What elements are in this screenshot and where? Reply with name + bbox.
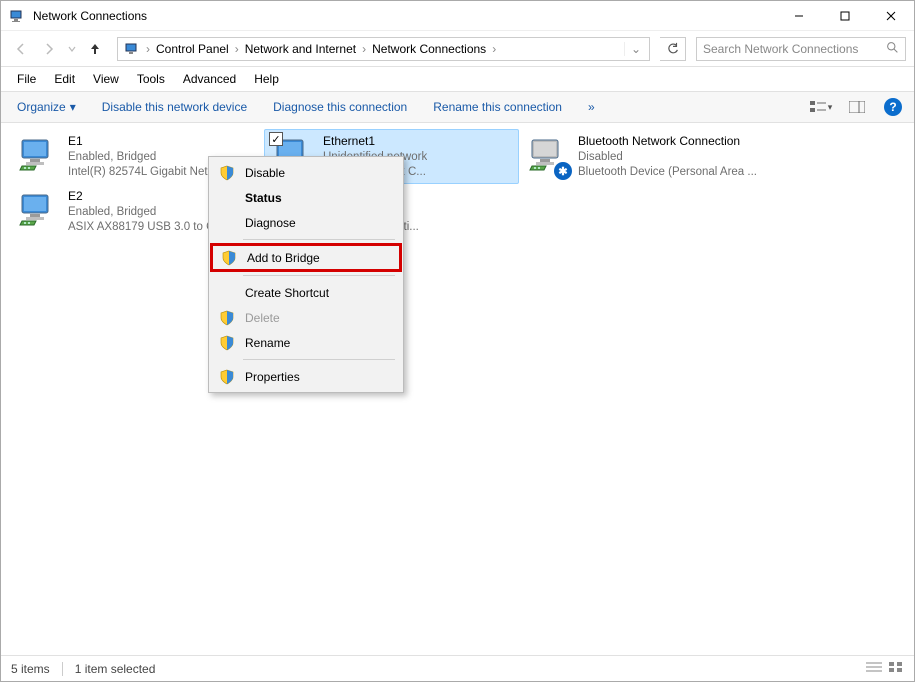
context-menu-item[interactable]: Add to Bridge (210, 243, 402, 272)
item-status: Enabled, Bridged (68, 205, 227, 220)
diagnose-connection-button[interactable]: Diagnose this connection (265, 96, 415, 118)
menu-help[interactable]: Help (246, 70, 287, 88)
help-button[interactable]: ? (880, 98, 906, 116)
item-name: E2 (68, 189, 227, 205)
item-name: Ethernet1 (323, 134, 427, 150)
menu-tools[interactable]: Tools (129, 70, 173, 88)
blank-icon (219, 190, 235, 206)
chevron-right-icon[interactable]: › (233, 42, 241, 56)
chevron-right-icon[interactable]: › (490, 42, 498, 56)
context-menu-label: Diagnose (245, 216, 296, 230)
navbar: › Control Panel › Network and Internet ›… (1, 31, 914, 67)
search-icon (886, 41, 899, 57)
status-separator (62, 662, 63, 676)
items-grid: E1 Enabled, Bridged Intel(R) 82574L Giga… (9, 129, 906, 239)
item-device: Bluetooth Device (Personal Area ... (578, 165, 757, 180)
context-menu-item[interactable]: Create Shortcut (211, 280, 401, 305)
more-commands-button[interactable]: » (580, 96, 603, 118)
rename-connection-button[interactable]: Rename this connection (425, 96, 570, 118)
organize-button[interactable]: Organize ▾ (9, 96, 84, 118)
location-icon (124, 41, 140, 57)
context-menu-separator (243, 239, 395, 240)
context-menu-label: Delete (245, 311, 280, 325)
close-button[interactable] (868, 1, 914, 31)
item-status: Disabled (578, 150, 757, 165)
item-device: ASIX AX88179 USB 3.0 to Gi... (68, 220, 227, 235)
menu-edit[interactable]: Edit (46, 70, 83, 88)
context-menu-item[interactable]: Rename (211, 330, 401, 355)
large-icons-view-button[interactable] (888, 661, 904, 676)
breadcrumb-item[interactable]: Network Connections (368, 42, 490, 56)
item-name: Bluetooth Network Connection (578, 134, 757, 150)
network-adapter-icon: ✱ (526, 134, 570, 178)
content-area: E1 Enabled, Bridged Intel(R) 82574L Giga… (1, 123, 914, 655)
organize-label: Organize (17, 100, 66, 114)
bluetooth-icon: ✱ (554, 162, 572, 180)
status-item-count: 5 items (11, 662, 50, 676)
context-menu-separator (243, 275, 395, 276)
address-history-button[interactable]: ⌄ (624, 42, 647, 56)
context-menu-item[interactable]: Diagnose (211, 210, 401, 235)
blank-icon (219, 215, 235, 231)
shield-icon (219, 310, 235, 326)
disable-device-button[interactable]: Disable this network device (94, 96, 255, 118)
search-placeholder: Search Network Connections (703, 42, 886, 56)
shield-icon (219, 369, 235, 385)
statusbar: 5 items 1 item selected (1, 655, 914, 681)
breadcrumb-item[interactable]: Control Panel (152, 42, 233, 56)
item-device: Intel(R) 82574L Gigabit Net... (68, 165, 217, 180)
item-status: Enabled, Bridged (68, 150, 217, 165)
forward-button[interactable] (37, 37, 61, 61)
context-menu-label: Rename (245, 336, 290, 350)
refresh-button[interactable] (660, 37, 686, 61)
menubar: File Edit View Tools Advanced Help (1, 67, 914, 91)
shield-icon (221, 250, 237, 266)
network-adapter-icon (16, 134, 60, 178)
details-view-button[interactable] (866, 661, 882, 676)
back-button[interactable] (9, 37, 33, 61)
chevron-down-icon: ▾ (70, 100, 76, 114)
context-menu-item[interactable]: Status (211, 185, 401, 210)
context-menu-label: Properties (245, 370, 300, 384)
search-input[interactable]: Search Network Connections (696, 37, 906, 61)
blank-icon (219, 285, 235, 301)
minimize-button[interactable] (776, 1, 822, 31)
network-connections-icon (9, 8, 25, 24)
menu-view[interactable]: View (85, 70, 127, 88)
command-bar: Organize ▾ Disable this network device D… (1, 91, 914, 123)
menu-file[interactable]: File (9, 70, 44, 88)
context-menu-label: Create Shortcut (245, 286, 329, 300)
context-menu-label: Disable (245, 166, 285, 180)
help-icon: ? (884, 98, 902, 116)
menu-advanced[interactable]: Advanced (175, 70, 244, 88)
address-bar[interactable]: › Control Panel › Network and Internet ›… (117, 37, 650, 61)
network-item[interactable]: ✱ Bluetooth Network Connection Disabled … (519, 129, 774, 184)
view-options-button[interactable]: ▾ (808, 100, 834, 114)
shield-icon (219, 165, 235, 181)
up-button[interactable] (83, 37, 107, 61)
network-adapter-icon (16, 189, 60, 233)
maximize-button[interactable] (822, 1, 868, 31)
shield-icon (219, 335, 235, 351)
preview-pane-button[interactable] (844, 101, 870, 113)
chevron-right-icon[interactable]: › (360, 42, 368, 56)
item-name: E1 (68, 134, 217, 150)
breadcrumb-item[interactable]: Network and Internet (241, 42, 360, 56)
context-menu-item[interactable]: Properties (211, 364, 401, 389)
context-menu-item[interactable]: Disable (211, 160, 401, 185)
window-title: Network Connections (33, 9, 776, 23)
context-menu-separator (243, 359, 395, 360)
context-menu-item: Delete (211, 305, 401, 330)
context-menu-label: Add to Bridge (247, 251, 320, 265)
status-selection-count: 1 item selected (75, 662, 156, 676)
titlebar: Network Connections (1, 1, 914, 31)
context-menu-label: Status (245, 191, 282, 205)
context-menu: Disable Status Diagnose Add to Bridge Cr… (208, 156, 404, 393)
checkbox-icon: ✓ (269, 132, 283, 146)
chevron-right-icon[interactable]: › (144, 42, 152, 56)
recent-locations-button[interactable] (65, 37, 79, 61)
